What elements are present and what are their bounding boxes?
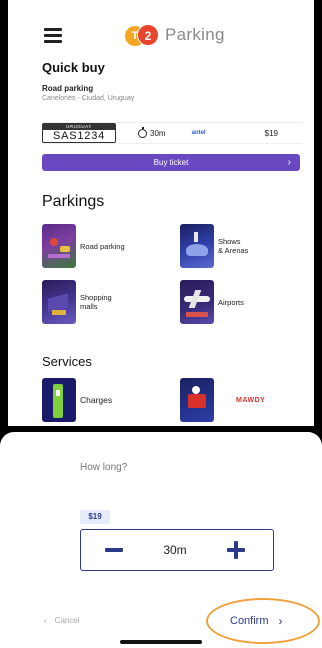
confirm-button[interactable]: Confirm › [230,614,283,628]
mawdy-image [180,378,214,422]
quick-buy-price: $19 [264,128,278,138]
quick-buy-card[interactable]: Road parking Canelones - Ciudad, Uruguay… [42,84,302,144]
app-header: T 2 Parking [8,14,314,54]
plate-number: SAS1234 [52,130,106,142]
airports-image [180,280,214,324]
sheet-title: How long? [80,462,128,473]
chevron-left-icon: ‹ [44,616,47,625]
mawdy-brand-label: MAWDY [236,396,266,404]
parking-tile-malls[interactable]: Shopping malls [42,280,112,324]
app-logo: T 2 Parking [125,24,225,46]
duration-stepper: 30m [80,529,274,571]
price-chip: $19 [80,510,110,524]
shopping-malls-image [42,280,76,324]
parking-tile-shows[interactable]: Shows & Arenas [180,224,248,268]
quick-buy-title: Quick buy [42,60,105,75]
duration-bottom-sheet: How long? $19 30m ‹ Cancel Confirm › [0,432,322,648]
minus-icon[interactable] [105,548,123,552]
app-title: Parking [165,25,225,44]
home-indicator [120,640,202,644]
buy-ticket-label: Buy ticket [153,158,189,167]
quick-buy-location: Canelones - Ciudad, Uruguay [42,95,135,102]
chevron-right-icon: › [287,157,291,168]
quick-buy-details: URUGUAY SAS1234 30m antel $19 [42,122,302,144]
service-tile-charges[interactable]: Charges [42,378,112,422]
parkings-title: Parkings [42,193,105,210]
duration-text: 30m [150,128,166,138]
menu-icon[interactable] [44,28,62,43]
parking-tile-airports[interactable]: Airports [180,280,244,324]
confirm-label: Confirm [230,615,269,627]
buy-ticket-button[interactable]: Buy ticket › [42,154,300,171]
carrier-logo: antel [191,130,206,136]
duration-value: 30m [163,543,187,557]
service-tile-mawdy[interactable]: MAWDY [180,378,265,422]
services-title: Services [42,354,92,369]
stopwatch-icon [138,126,147,138]
road-parking-image [42,224,76,268]
license-plate: URUGUAY SAS1234 [42,123,116,143]
parking-tile-label: Airports [218,297,244,307]
logo-badge: T 2 [125,24,159,46]
shows-arenas-image [180,224,214,268]
quick-buy-label: Road parking [42,84,94,93]
service-tile-label: Charges [80,394,113,405]
plus-icon[interactable] [227,541,245,559]
charges-image [42,378,76,422]
cancel-label: Cancel [54,616,80,625]
logo-2-circle: 2 [137,24,159,46]
parking-tile-label: Road parking [80,241,125,251]
chevron-right-icon: › [278,614,283,628]
cancel-button[interactable]: ‹ Cancel [44,616,80,625]
parking-tile-label: Shopping malls [80,293,112,311]
quick-buy-duration: 30m [138,126,166,138]
parking-tile-label: Shows & Arenas [218,237,249,255]
parking-tile-road[interactable]: Road parking [42,224,125,268]
